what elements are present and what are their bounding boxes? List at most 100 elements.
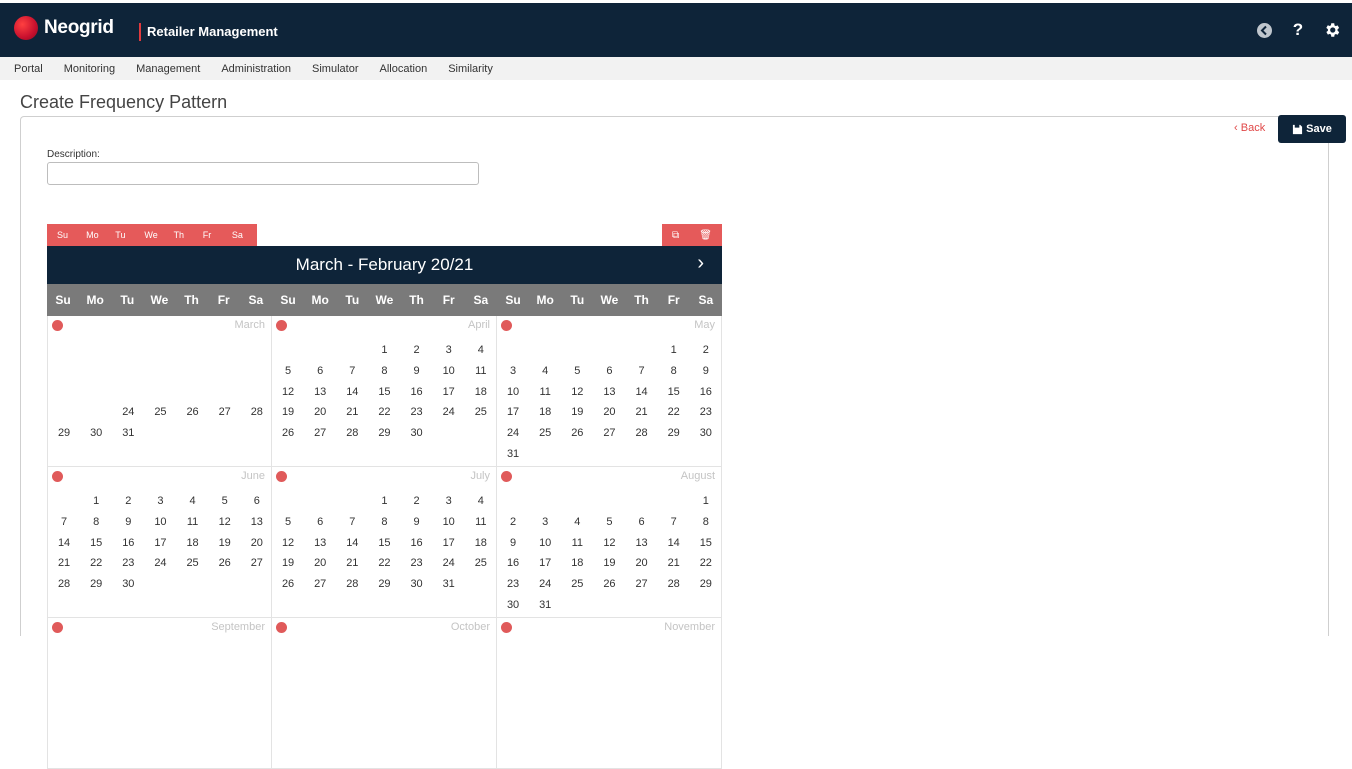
day-cell[interactable]: 11 (561, 533, 593, 554)
day-cell[interactable]: 4 (529, 361, 561, 382)
nav-monitoring[interactable]: Monitoring (64, 63, 115, 75)
day-cell[interactable]: 6 (626, 512, 658, 533)
day-cell[interactable]: 24 (433, 402, 465, 423)
day-cell[interactable]: 23 (112, 553, 144, 574)
day-cell[interactable]: 27 (304, 574, 336, 595)
day-cell[interactable]: 26 (593, 574, 625, 595)
weekday-toggle-mo[interactable]: Mo (82, 230, 111, 240)
month-select-dot[interactable] (52, 622, 63, 633)
day-cell[interactable]: 25 (144, 402, 176, 423)
weekday-toggle-we[interactable]: We (140, 230, 169, 240)
day-cell[interactable]: 7 (336, 361, 368, 382)
day-cell[interactable]: 31 (497, 444, 529, 465)
day-cell[interactable]: 29 (48, 423, 80, 444)
day-cell[interactable]: 5 (593, 512, 625, 533)
day-cell[interactable]: 21 (336, 553, 368, 574)
day-cell[interactable]: 21 (336, 402, 368, 423)
day-cell[interactable]: 5 (272, 361, 304, 382)
nav-administration[interactable]: Administration (221, 63, 291, 75)
chevron-right-icon[interactable]: › (697, 252, 704, 275)
day-cell[interactable]: 6 (304, 512, 336, 533)
day-cell[interactable]: 20 (304, 402, 336, 423)
day-cell[interactable]: 1 (368, 340, 400, 361)
day-cell[interactable]: 17 (529, 553, 561, 574)
day-cell[interactable]: 28 (336, 423, 368, 444)
day-cell[interactable]: 25 (465, 402, 497, 423)
day-cell[interactable]: 21 (48, 553, 80, 574)
day-cell[interactable]: 12 (561, 382, 593, 403)
day-cell[interactable]: 17 (497, 402, 529, 423)
day-cell[interactable]: 20 (593, 402, 625, 423)
day-cell[interactable]: 2 (690, 340, 722, 361)
copy-icon[interactable]: ⧉ (672, 230, 679, 241)
nav-portal[interactable]: Portal (14, 63, 43, 75)
day-cell[interactable]: 29 (368, 423, 400, 444)
day-cell[interactable]: 2 (401, 340, 433, 361)
day-cell[interactable]: 1 (80, 491, 112, 512)
day-cell[interactable]: 15 (658, 382, 690, 403)
day-cell[interactable]: 10 (529, 533, 561, 554)
back-link[interactable]: ‹ Back (1234, 122, 1265, 134)
day-cell[interactable]: 28 (658, 574, 690, 595)
day-cell[interactable]: 15 (368, 382, 400, 403)
day-cell[interactable]: 28 (626, 423, 658, 444)
day-cell[interactable]: 2 (112, 491, 144, 512)
day-cell[interactable]: 20 (241, 533, 273, 554)
day-cell[interactable]: 28 (336, 574, 368, 595)
day-cell[interactable]: 16 (112, 533, 144, 554)
weekday-toggle-th[interactable]: Th (170, 230, 199, 240)
day-cell[interactable]: 31 (433, 574, 465, 595)
month-select-dot[interactable] (501, 320, 512, 331)
help-icon[interactable]: ? (1288, 20, 1308, 40)
day-cell[interactable]: 28 (48, 574, 80, 595)
day-cell[interactable]: 15 (80, 533, 112, 554)
day-cell[interactable]: 10 (497, 382, 529, 403)
day-cell[interactable]: 30 (112, 574, 144, 595)
day-cell[interactable]: 8 (658, 361, 690, 382)
day-cell[interactable]: 22 (80, 553, 112, 574)
day-cell[interactable]: 8 (368, 512, 400, 533)
month-select-dot[interactable] (501, 622, 512, 633)
day-cell[interactable]: 22 (658, 402, 690, 423)
brand-logo[interactable]: Neogrid (14, 16, 114, 40)
day-cell[interactable]: 3 (144, 491, 176, 512)
day-cell[interactable]: 12 (593, 533, 625, 554)
nav-similarity[interactable]: Similarity (448, 63, 493, 75)
day-cell[interactable]: 15 (690, 533, 722, 554)
day-cell[interactable]: 7 (658, 512, 690, 533)
gear-icon[interactable] (1322, 20, 1342, 40)
weekday-toggle-fr[interactable]: Fr (199, 230, 228, 240)
day-cell[interactable]: 10 (433, 512, 465, 533)
day-cell[interactable]: 26 (209, 553, 241, 574)
day-cell[interactable]: 11 (177, 512, 209, 533)
day-cell[interactable]: 17 (144, 533, 176, 554)
day-cell[interactable]: 22 (368, 402, 400, 423)
day-cell[interactable]: 27 (304, 423, 336, 444)
trash-icon[interactable]: 🗑 (699, 230, 712, 241)
day-cell[interactable]: 8 (690, 512, 722, 533)
day-cell[interactable]: 17 (433, 533, 465, 554)
day-cell[interactable]: 11 (529, 382, 561, 403)
day-cell[interactable]: 30 (690, 423, 722, 444)
day-cell[interactable]: 29 (690, 574, 722, 595)
day-cell[interactable]: 13 (304, 533, 336, 554)
day-cell[interactable]: 22 (368, 553, 400, 574)
day-cell[interactable]: 5 (272, 512, 304, 533)
day-cell[interactable]: 10 (433, 361, 465, 382)
day-cell[interactable]: 25 (561, 574, 593, 595)
day-cell[interactable]: 11 (465, 361, 497, 382)
day-cell[interactable]: 4 (465, 491, 497, 512)
day-cell[interactable]: 25 (465, 553, 497, 574)
day-cell[interactable]: 30 (80, 423, 112, 444)
day-cell[interactable]: 23 (401, 402, 433, 423)
day-cell[interactable]: 9 (497, 533, 529, 554)
day-cell[interactable]: 25 (529, 423, 561, 444)
day-cell[interactable]: 4 (177, 491, 209, 512)
day-cell[interactable]: 29 (80, 574, 112, 595)
day-cell[interactable]: 1 (658, 340, 690, 361)
day-cell[interactable]: 19 (561, 402, 593, 423)
day-cell[interactable]: 18 (465, 382, 497, 403)
day-cell[interactable]: 29 (368, 574, 400, 595)
day-cell[interactable]: 9 (690, 361, 722, 382)
day-cell[interactable]: 12 (272, 382, 304, 403)
